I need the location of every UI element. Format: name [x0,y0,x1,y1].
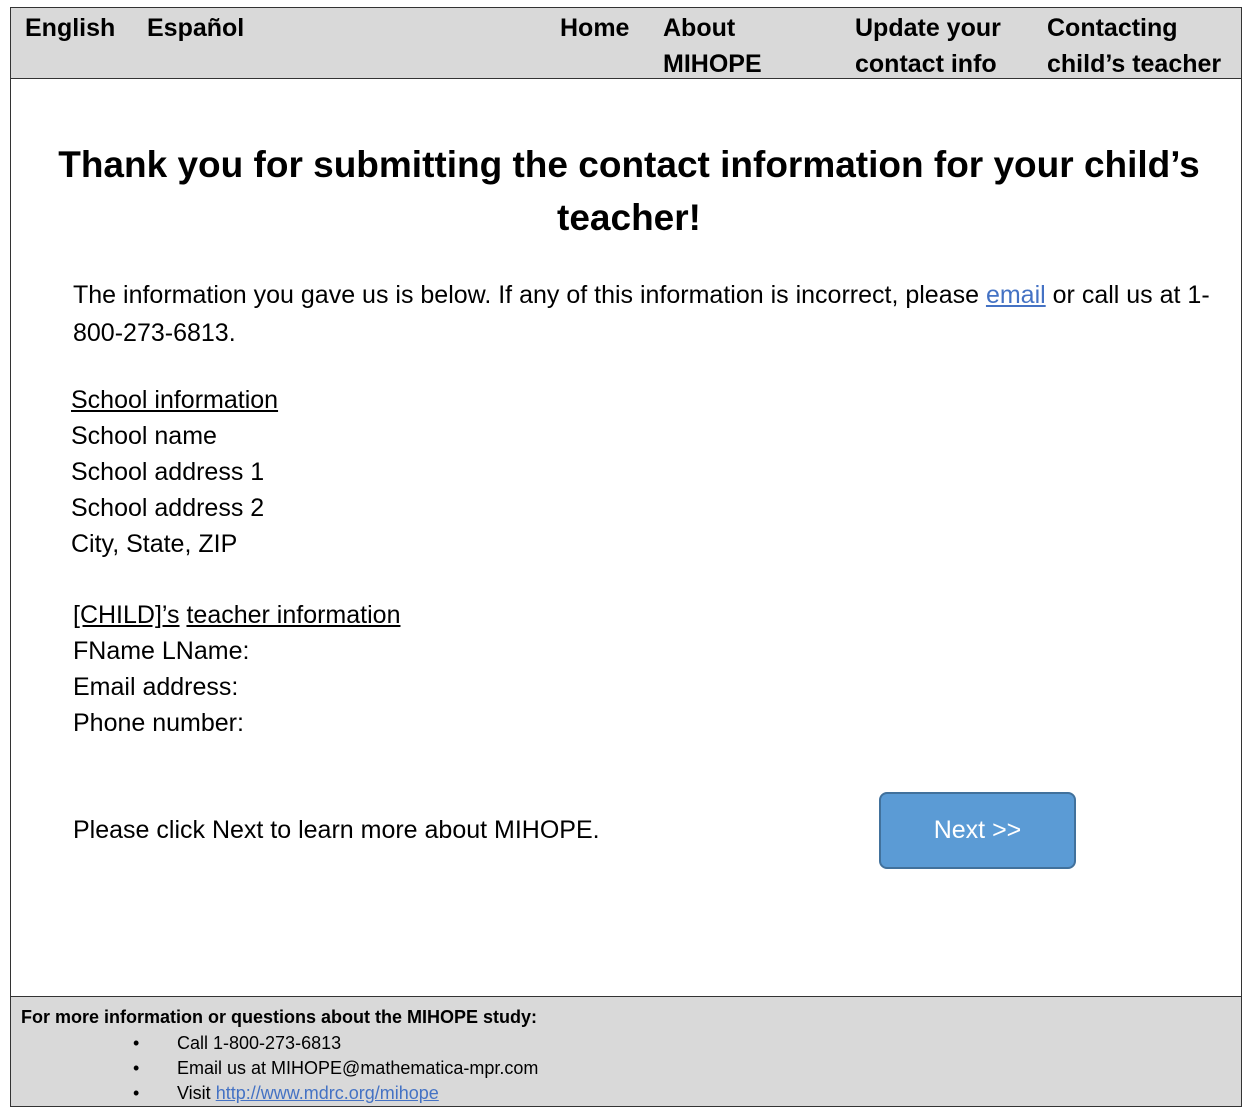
teacher-info-heading: [CHILD]’s teacher information [73,597,400,633]
mdrc-link[interactable]: http://www.mdrc.org/mihope [216,1083,439,1103]
school-name: School name [71,422,217,450]
footer-visit-prefix: Visit [177,1083,216,1103]
teacher-phone: Phone number: [73,709,244,737]
footer-list: • Call 1-800-273-6813 • Email us at MIHOPE… [133,1031,538,1106]
page-title: Thank you for submitting the contact inf… [29,138,1229,244]
teacher-name: FName LName: [73,637,250,665]
nav-home[interactable]: Home [560,10,629,46]
teacher-email: Email address: [73,673,239,701]
intro-before-link: The information you gave us is below. If… [73,281,986,309]
bullet-icon: • [133,1033,140,1053]
bullet-icon: • [133,1058,140,1078]
school-city-state-zip: City, State, ZIP [71,530,238,558]
intro-text: The information you gave us is below. If… [73,276,1243,352]
nav-update-line1: Update your [855,14,1001,42]
nav-contact-line1: Contacting [1047,14,1178,42]
footer-title: For more information or questions about … [21,1007,538,1027]
nav-about-line2: MIHOPE [663,50,762,78]
footer-email-text: Email us at MIHOPE@mathematica-mpr.com [177,1058,539,1078]
nav-update-line2: contact info [855,50,997,78]
page-frame: English Español Home About MIHOPE Update… [10,7,1242,1107]
teacher-info-title: teacher information [186,601,401,629]
top-nav-bar: English Español Home About MIHOPE Update… [11,8,1241,79]
nav-update-contact[interactable]: Update your contact info [855,10,1001,82]
school-info-heading: School information [71,386,279,414]
next-button[interactable]: Next >> [879,792,1076,869]
email-link[interactable]: email [986,281,1046,309]
teacher-child-label: [CHILD]’s [73,601,180,629]
nav-english[interactable]: English [25,10,115,46]
nav-about-mihope[interactable]: About MIHOPE [663,10,762,82]
nav-about-line1: About [663,14,736,42]
school-address-1: School address 1 [71,458,265,486]
next-prompt: Please click Next to learn more about MI… [73,816,600,844]
footer-visit: • Visit http://www.mdrc.org/mihope [133,1081,538,1106]
bullet-icon: • [133,1083,140,1103]
nav-contact-line2: child’s teacher [1047,50,1222,78]
footer: For more information or questions about … [11,996,1241,1106]
footer-email: • Email us at MIHOPE@mathematica-mpr.com [133,1056,538,1081]
footer-call-text: Call 1-800-273-6813 [177,1033,342,1053]
page-title-line1: Thank you for submitting the contact inf… [58,144,1200,185]
school-address-2: School address 2 [71,494,265,522]
nav-contacting-teacher[interactable]: Contacting child’s teacher [1047,10,1221,82]
nav-espanol[interactable]: Español [147,10,244,46]
page-title-line2: teacher! [557,197,701,238]
footer-call: • Call 1-800-273-6813 [133,1031,538,1056]
